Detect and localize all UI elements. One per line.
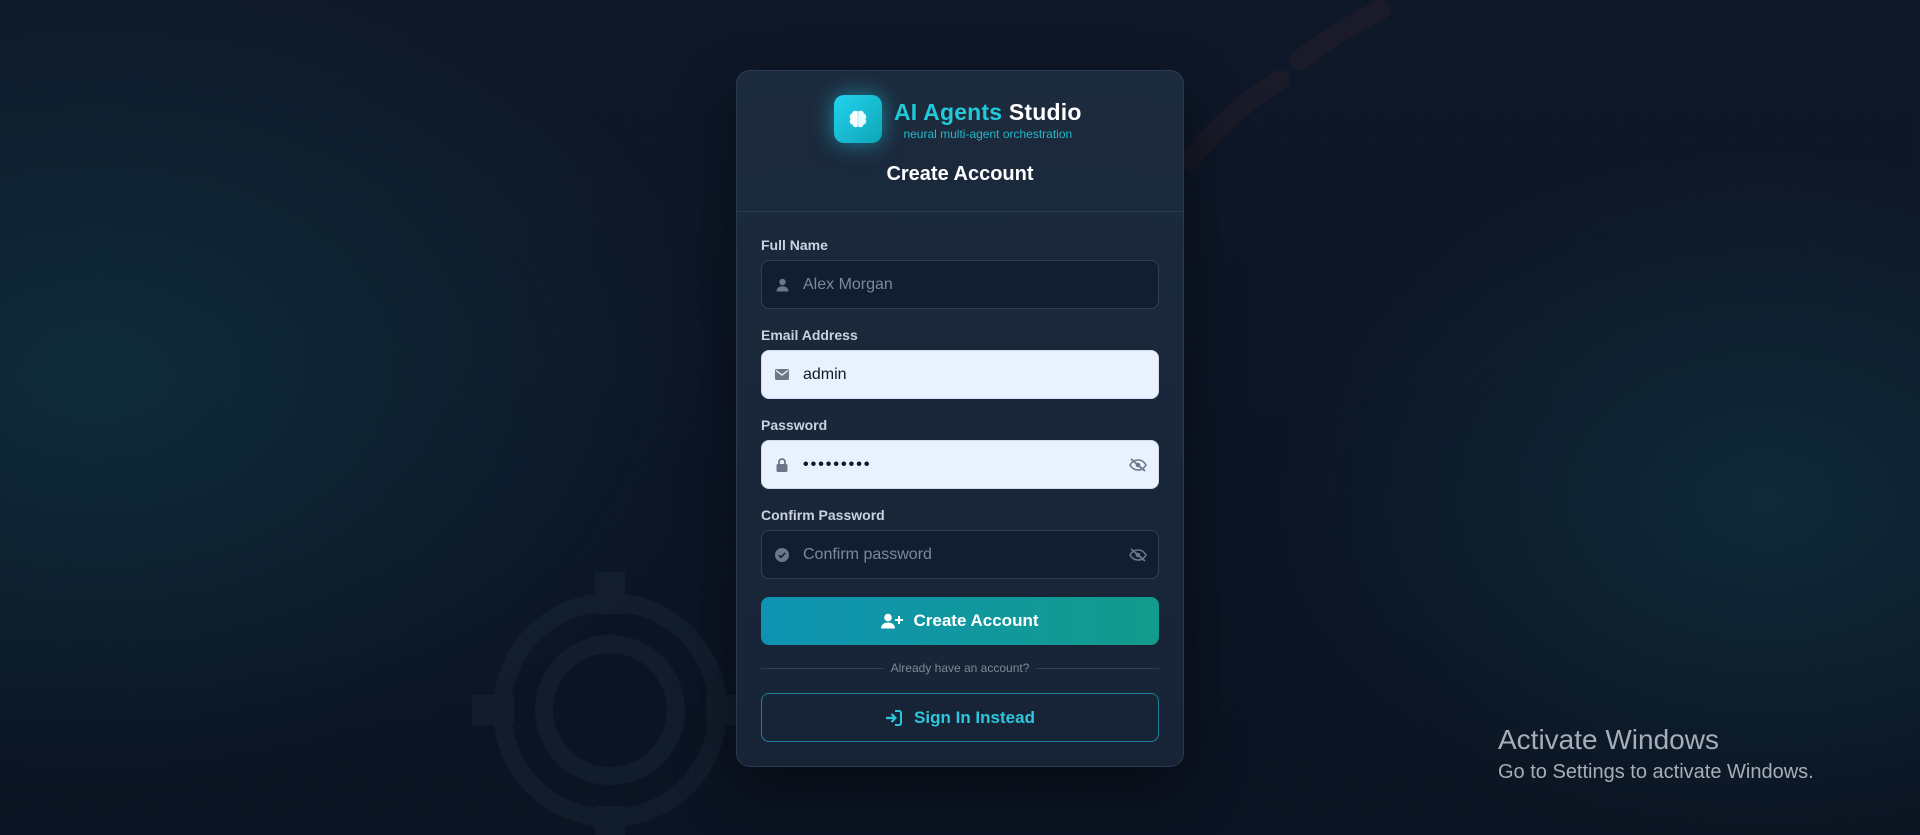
confirm-password-label: Confirm Password bbox=[761, 507, 885, 523]
email-label: Email Address bbox=[761, 327, 858, 343]
create-account-button[interactable]: Create Account bbox=[761, 597, 1159, 645]
signup-card: AI Agents Studio neural multi-agent orch… bbox=[736, 70, 1184, 767]
card-header: AI Agents Studio neural multi-agent orch… bbox=[737, 71, 1183, 212]
lock-icon bbox=[774, 457, 790, 473]
email-input[interactable]: admin bbox=[803, 366, 1158, 384]
email-field[interactable]: admin bbox=[761, 350, 1159, 399]
brain-icon bbox=[834, 95, 882, 143]
password-input[interactable]: ••••••••• bbox=[803, 456, 1128, 474]
confirm-password-input[interactable]: Confirm password bbox=[803, 546, 1128, 564]
brand-title: AI Agents Studio bbox=[894, 98, 1082, 126]
divider-text: Already have an account? bbox=[890, 661, 1030, 675]
user-icon bbox=[774, 277, 790, 293]
form-title: Create Account bbox=[886, 163, 1034, 185]
activate-windows-title: Activate Windows bbox=[1498, 724, 1719, 755]
brand-name-part1: AI Agents bbox=[894, 98, 1003, 125]
full-name-input[interactable]: Alex Morgan bbox=[803, 276, 1158, 294]
sign-in-button-label: Sign In Instead bbox=[914, 707, 1035, 727]
password-field[interactable]: ••••••••• bbox=[761, 440, 1159, 489]
background-mark-decoration bbox=[1180, 0, 1390, 170]
activate-windows-watermark: Activate Windows Go to Settings to activ… bbox=[1498, 722, 1814, 786]
brand: AI Agents Studio neural multi-agent orch… bbox=[834, 95, 1082, 143]
full-name-field[interactable]: Alex Morgan bbox=[761, 260, 1159, 309]
create-account-button-label: Create Account bbox=[913, 611, 1039, 630]
activate-windows-subtitle: Go to Settings to activate Windows. bbox=[1498, 761, 1814, 783]
check-circle-icon bbox=[774, 547, 790, 563]
sign-in-button[interactable]: Sign In Instead bbox=[761, 693, 1159, 742]
divider: Already have an account? bbox=[761, 660, 1160, 676]
background-gear-decoration bbox=[472, 572, 748, 835]
confirm-password-field[interactable]: Confirm password bbox=[761, 530, 1159, 579]
password-label: Password bbox=[761, 417, 828, 433]
envelope-icon bbox=[774, 367, 790, 383]
user-plus-icon bbox=[881, 613, 904, 629]
sign-in-icon bbox=[885, 709, 903, 726]
brand-name-part2: Studio bbox=[1008, 98, 1082, 125]
eye-slash-icon[interactable] bbox=[1128, 545, 1148, 565]
full-name-label: Full Name bbox=[761, 237, 828, 253]
brand-tagline: neural multi-agent orchestration bbox=[903, 126, 1073, 141]
eye-slash-icon[interactable] bbox=[1128, 455, 1148, 475]
